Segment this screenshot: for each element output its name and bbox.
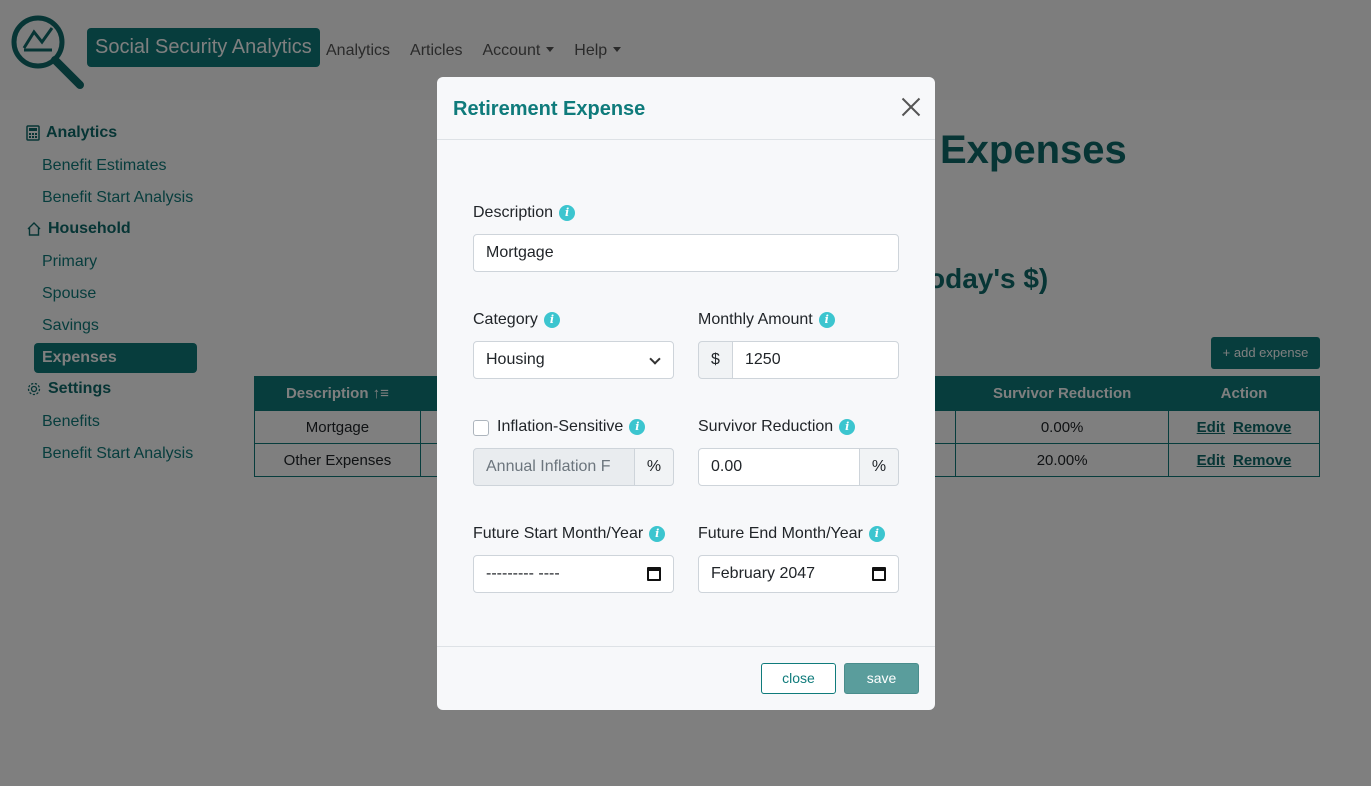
close-button[interactable]: close xyxy=(761,663,836,694)
category-label-row: Category i xyxy=(473,311,560,329)
future-end-month-input[interactable]: February 2047 xyxy=(698,555,899,593)
description-label-row: Description i xyxy=(473,204,576,222)
future-start-label: Future Start Month/Year xyxy=(473,525,644,542)
info-icon[interactable]: i xyxy=(649,526,666,542)
info-icon[interactable]: i xyxy=(839,419,856,435)
future-start-value: --------- ---- xyxy=(486,565,560,582)
monthly-amount-label-row: Monthly Amount i xyxy=(698,311,835,329)
description-label: Description xyxy=(473,204,554,221)
future-end-label: Future End Month/Year xyxy=(698,525,863,542)
survivor-reduction-label: Survivor Reduction xyxy=(698,418,834,435)
annual-inflation-input[interactable]: Annual Inflation F xyxy=(473,448,636,486)
info-icon[interactable]: i xyxy=(559,205,576,221)
survivor-reduction-input[interactable]: 0.00 xyxy=(698,448,861,486)
info-icon[interactable]: i xyxy=(543,312,560,328)
end-label-row: Future End Month/Year i xyxy=(698,525,885,543)
info-icon[interactable]: i xyxy=(818,312,835,328)
start-label-row: Future Start Month/Year i xyxy=(473,525,666,543)
info-icon[interactable]: i xyxy=(629,419,646,435)
calendar-icon[interactable] xyxy=(647,567,661,581)
percent-addon: % xyxy=(859,448,899,486)
monthly-amount-input[interactable]: 1250 xyxy=(732,341,899,379)
percent-addon: % xyxy=(634,448,674,486)
chevron-down-icon xyxy=(649,353,661,365)
survivor-label-row: Survivor Reduction i xyxy=(698,418,856,436)
category-select[interactable]: Housing xyxy=(473,341,674,379)
calendar-icon[interactable] xyxy=(872,567,886,581)
info-icon[interactable]: i xyxy=(868,526,885,542)
modal-title: Retirement Expense xyxy=(453,98,646,120)
save-button[interactable]: save xyxy=(844,663,919,694)
category-label: Category xyxy=(473,311,538,328)
currency-addon: $ xyxy=(698,341,733,379)
future-start-month-input[interactable]: --------- ---- xyxy=(473,555,674,593)
category-selected: Housing xyxy=(486,351,545,368)
modal-header: Retirement Expense xyxy=(437,77,935,140)
inflation-label-row: Inflation-Sensitive i xyxy=(497,418,646,436)
future-end-value: February 2047 xyxy=(711,565,816,582)
inflation-sensitive-checkbox[interactable] xyxy=(473,420,489,436)
retirement-expense-modal: Retirement Expense Description i Mortgag… xyxy=(437,77,935,710)
description-input[interactable]: Mortgage xyxy=(473,234,899,272)
close-icon[interactable] xyxy=(901,97,921,117)
monthly-amount-label: Monthly Amount xyxy=(698,311,813,328)
inflation-label[interactable]: Inflation-Sensitive xyxy=(497,418,623,436)
